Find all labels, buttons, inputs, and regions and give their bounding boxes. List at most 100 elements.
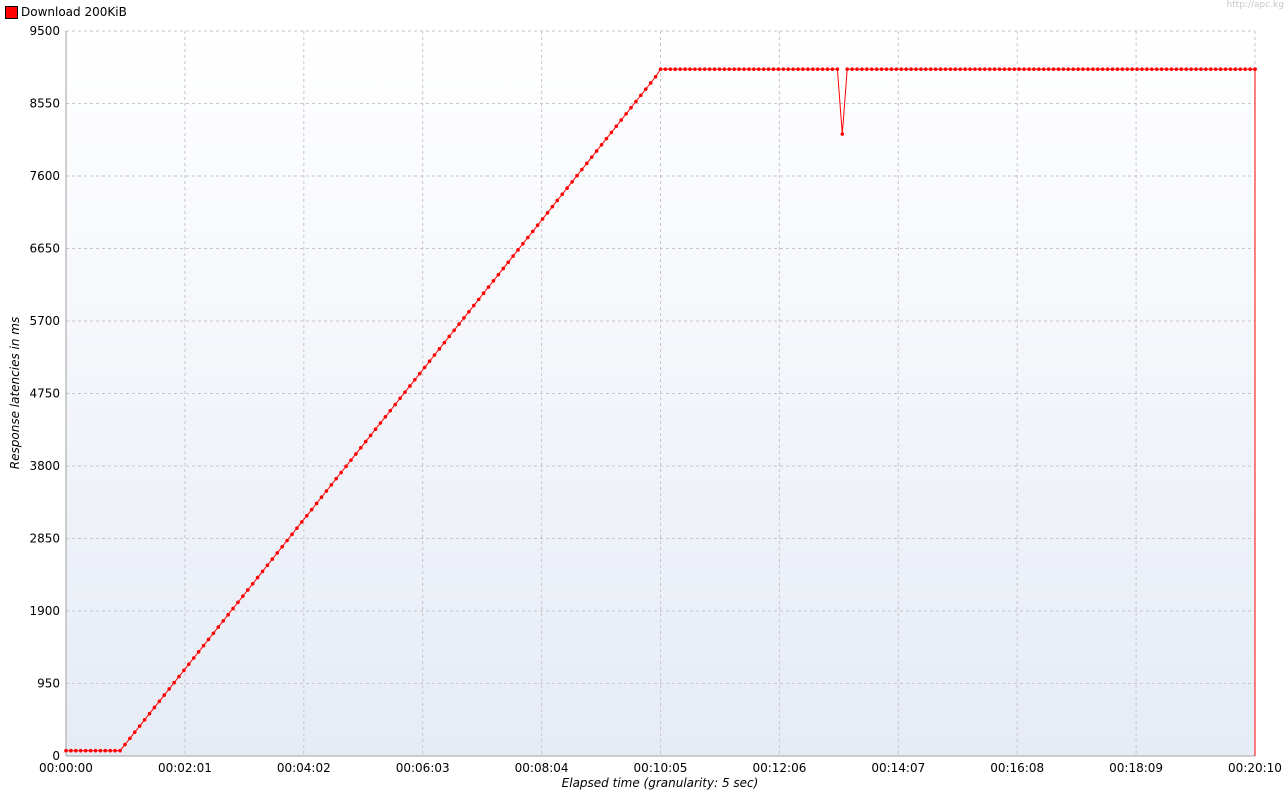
data-point xyxy=(231,606,235,611)
data-point xyxy=(928,67,933,71)
data-point xyxy=(137,724,142,728)
data-point xyxy=(771,67,776,71)
data-point xyxy=(206,637,211,642)
data-point xyxy=(83,748,88,753)
data-point xyxy=(88,748,93,753)
data-point xyxy=(1150,67,1154,71)
x-tick-label: 00:10:05 xyxy=(634,761,688,775)
data-point xyxy=(241,594,245,598)
data-point xyxy=(1194,67,1198,71)
data-point xyxy=(639,93,643,98)
data-point xyxy=(427,359,432,364)
data-point xyxy=(658,67,663,71)
data-point xyxy=(1046,67,1051,71)
data-point xyxy=(476,297,481,302)
data-point xyxy=(629,105,633,110)
data-point xyxy=(300,520,304,524)
data-point xyxy=(796,67,800,71)
data-point xyxy=(403,390,407,394)
data-point xyxy=(717,67,722,71)
data-point xyxy=(619,118,623,122)
data-point xyxy=(614,124,619,129)
data-point xyxy=(162,693,167,697)
data-point xyxy=(457,322,461,326)
data-point xyxy=(933,67,938,71)
data-point xyxy=(383,415,388,419)
data-point xyxy=(1154,67,1159,71)
data-point xyxy=(358,445,363,450)
data-point xyxy=(471,303,476,308)
data-point xyxy=(766,67,771,71)
y-tick-label: 950 xyxy=(37,677,60,691)
x-tick-label: 00:20:10 xyxy=(1228,761,1282,775)
data-point xyxy=(815,67,820,71)
data-point xyxy=(1071,67,1076,71)
data-point xyxy=(280,544,284,549)
data-point xyxy=(776,67,781,71)
data-point xyxy=(924,67,928,71)
data-point xyxy=(712,67,717,71)
data-point xyxy=(118,748,122,753)
data-point xyxy=(1095,67,1100,71)
data-point xyxy=(329,483,334,487)
data-point xyxy=(147,711,152,716)
data-point xyxy=(535,223,540,227)
data-point xyxy=(653,74,658,79)
data-point xyxy=(142,718,147,722)
data-point xyxy=(1233,67,1238,71)
data-point xyxy=(761,67,766,71)
data-point xyxy=(1056,67,1061,71)
data-point xyxy=(1228,67,1233,71)
data-point xyxy=(580,167,584,172)
data-point xyxy=(663,67,668,71)
data-point xyxy=(1238,67,1243,71)
data-point xyxy=(1169,67,1174,71)
data-point xyxy=(1100,67,1105,71)
data-point xyxy=(585,161,589,166)
data-point xyxy=(806,67,810,71)
data-point xyxy=(634,99,638,104)
data-point xyxy=(319,495,324,500)
data-point xyxy=(1223,67,1228,71)
data-point xyxy=(1204,67,1208,71)
data-point xyxy=(830,67,835,71)
data-point xyxy=(1002,67,1007,71)
data-point xyxy=(919,67,923,71)
data-point xyxy=(560,192,565,197)
data-point xyxy=(958,67,963,71)
data-point xyxy=(845,67,850,71)
data-point xyxy=(869,67,874,71)
x-tick-label: 00:02:01 xyxy=(158,761,212,775)
data-point xyxy=(201,643,206,648)
data-point xyxy=(1208,67,1213,71)
data-point xyxy=(648,81,653,85)
data-point xyxy=(589,155,594,159)
data-point xyxy=(1081,67,1085,71)
data-point xyxy=(1007,67,1012,71)
data-point xyxy=(594,149,599,153)
data-point xyxy=(1253,67,1257,71)
y-tick-label: 5700 xyxy=(29,314,60,328)
data-point xyxy=(260,569,265,574)
data-point xyxy=(373,427,378,432)
data-point xyxy=(1199,67,1203,71)
data-point xyxy=(678,67,682,71)
data-point xyxy=(491,279,496,283)
data-point xyxy=(1037,67,1041,71)
data-point xyxy=(501,266,506,271)
x-tick-label: 00:18:09 xyxy=(1109,761,1163,775)
data-point xyxy=(850,67,854,71)
data-point xyxy=(540,217,545,221)
data-point xyxy=(216,625,221,629)
data-point xyxy=(565,186,569,190)
data-point xyxy=(1110,67,1115,71)
y-tick-label: 2850 xyxy=(29,532,60,546)
data-point xyxy=(604,136,609,141)
data-point xyxy=(992,67,997,71)
data-point xyxy=(1140,67,1144,71)
data-point xyxy=(309,507,314,512)
data-point xyxy=(108,748,113,753)
y-tick-label: 3800 xyxy=(29,459,60,473)
data-point xyxy=(530,229,535,234)
data-point xyxy=(688,67,692,71)
